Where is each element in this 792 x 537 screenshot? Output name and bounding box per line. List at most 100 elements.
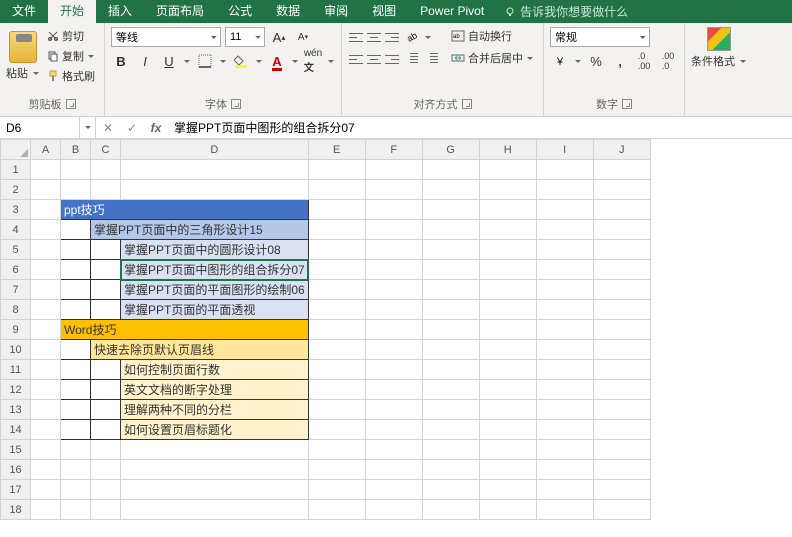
border-button[interactable] (195, 51, 215, 71)
font-launcher[interactable] (231, 99, 241, 109)
fill-color-button[interactable] (231, 51, 251, 71)
paste-dropdown[interactable] (32, 72, 40, 75)
row-header[interactable]: 5 (1, 240, 31, 260)
align-bottom-button[interactable] (384, 30, 400, 44)
select-all-corner[interactable] (1, 140, 31, 160)
row-header[interactable]: 17 (1, 480, 31, 500)
underline-dropdown[interactable] (183, 60, 191, 63)
col-header[interactable]: F (365, 140, 422, 160)
row-header[interactable]: 7 (1, 280, 31, 300)
font-size-select[interactable] (225, 27, 265, 47)
paste-icon[interactable] (9, 31, 37, 63)
col-header[interactable]: B (61, 140, 91, 160)
decrease-indent-button[interactable] (402, 51, 420, 67)
font-color-button[interactable]: A (267, 51, 287, 71)
cell[interactable]: 如何控制页面行数 (121, 360, 309, 380)
row-header[interactable]: 14 (1, 420, 31, 440)
increase-indent-button[interactable] (422, 51, 440, 67)
col-header[interactable]: D (121, 140, 309, 160)
cell-selected[interactable]: 掌握PPT页面中图形的组合拆分07 (121, 260, 309, 280)
tell-me[interactable]: 告诉我你想要做什么 (504, 3, 628, 20)
fill-dropdown[interactable] (255, 60, 263, 63)
tab-home[interactable]: 开始 (48, 0, 96, 23)
conditional-format-icon[interactable] (707, 27, 731, 51)
cf-dropdown[interactable] (739, 60, 747, 63)
cell[interactable]: 掌握PPT页面中的三角形设计15 (91, 220, 309, 240)
row-header[interactable]: 3 (1, 200, 31, 220)
col-header[interactable]: J (593, 140, 650, 160)
comma-button[interactable]: , (610, 51, 630, 71)
shrink-font-button[interactable]: A▾ (293, 27, 313, 47)
cell[interactable]: 快速去除页默认页眉线 (91, 340, 309, 360)
row-header[interactable]: 6 (1, 260, 31, 280)
row-header[interactable]: 4 (1, 220, 31, 240)
orientation-button[interactable]: ab (402, 27, 422, 47)
copy-button[interactable]: 复制 (44, 47, 98, 65)
tab-review[interactable]: 审阅 (312, 0, 360, 23)
col-header[interactable]: I (536, 140, 593, 160)
tab-data[interactable]: 数据 (264, 0, 312, 23)
cf-label[interactable]: 条件格式 (691, 53, 735, 69)
tab-layout[interactable]: 页面布局 (144, 0, 216, 23)
number-launcher[interactable] (622, 99, 632, 109)
cut-button[interactable]: 剪切 (44, 27, 98, 45)
name-box[interactable] (0, 117, 80, 138)
align-launcher[interactable] (462, 99, 472, 109)
cell[interactable]: 如何设置页眉标题化 (121, 420, 309, 440)
row-header[interactable]: 16 (1, 460, 31, 480)
bold-button[interactable]: B (111, 51, 131, 71)
percent-button[interactable]: % (586, 51, 606, 71)
cell[interactable]: ppt技巧 (61, 200, 309, 220)
col-header[interactable]: C (91, 140, 121, 160)
col-header[interactable]: H (479, 140, 536, 160)
border-dropdown[interactable] (219, 60, 227, 63)
row-header[interactable]: 2 (1, 180, 31, 200)
accounting-button[interactable]: ￥ (550, 51, 570, 71)
row-header[interactable]: 11 (1, 360, 31, 380)
decrease-decimal-button[interactable]: .00.0 (658, 51, 678, 71)
fontcolor-dropdown[interactable] (291, 60, 299, 63)
align-middle-button[interactable] (366, 30, 382, 44)
clipboard-launcher[interactable] (66, 99, 76, 109)
paste-label[interactable]: 粘贴 (6, 65, 28, 81)
increase-decimal-button[interactable]: .0.00 (634, 51, 654, 71)
italic-button[interactable]: I (135, 51, 155, 71)
row-header[interactable]: 13 (1, 400, 31, 420)
number-format-select[interactable] (550, 27, 650, 47)
accounting-dropdown[interactable] (574, 60, 582, 63)
row-header[interactable]: 1 (1, 160, 31, 180)
cell[interactable]: 英文文档的断字处理 (121, 380, 309, 400)
spreadsheet-grid[interactable]: A B C D E F G H I J 1 2 3 ppt技巧 4 掌握PPT页面中… (0, 139, 792, 537)
row-header[interactable]: 12 (1, 380, 31, 400)
row-header[interactable]: 15 (1, 440, 31, 460)
cell[interactable]: 掌握PPT页面的平面图形的绘制06 (121, 280, 309, 300)
tab-insert[interactable]: 插入 (96, 0, 144, 23)
font-name-select[interactable] (111, 27, 221, 47)
phonetic-dropdown[interactable] (327, 60, 335, 63)
cell[interactable]: 掌握PPT页面中的圆形设计08 (121, 240, 309, 260)
fx-button[interactable]: fx (144, 117, 168, 138)
col-header[interactable]: G (422, 140, 479, 160)
painter-button[interactable]: 格式刷 (44, 67, 98, 85)
align-top-button[interactable] (348, 30, 364, 44)
tab-view[interactable]: 视图 (360, 0, 408, 23)
align-left-button[interactable] (348, 52, 364, 66)
tab-powerpivot[interactable]: Power Pivot (408, 0, 496, 23)
orientation-dropdown[interactable] (424, 36, 432, 39)
tab-file[interactable]: 文件 (0, 0, 48, 23)
formula-input[interactable] (168, 117, 792, 138)
cancel-formula-button[interactable]: ✕ (96, 117, 120, 138)
cell[interactable]: Word技巧 (61, 320, 309, 340)
col-header[interactable]: A (31, 140, 61, 160)
copy-dropdown[interactable] (87, 55, 95, 58)
merge-dropdown[interactable] (526, 57, 534, 60)
enter-formula-button[interactable]: ✓ (120, 117, 144, 138)
grow-font-button[interactable]: A▴ (269, 27, 289, 47)
merge-button[interactable]: 合并后居中 (448, 49, 537, 67)
align-center-button[interactable] (366, 52, 382, 66)
underline-button[interactable]: U (159, 51, 179, 71)
cell[interactable]: 理解两种不同的分栏 (121, 400, 309, 420)
cell[interactable]: 掌握PPT页面的平面透视 (121, 300, 309, 320)
col-header[interactable]: E (308, 140, 365, 160)
name-box-dropdown[interactable] (80, 117, 96, 138)
